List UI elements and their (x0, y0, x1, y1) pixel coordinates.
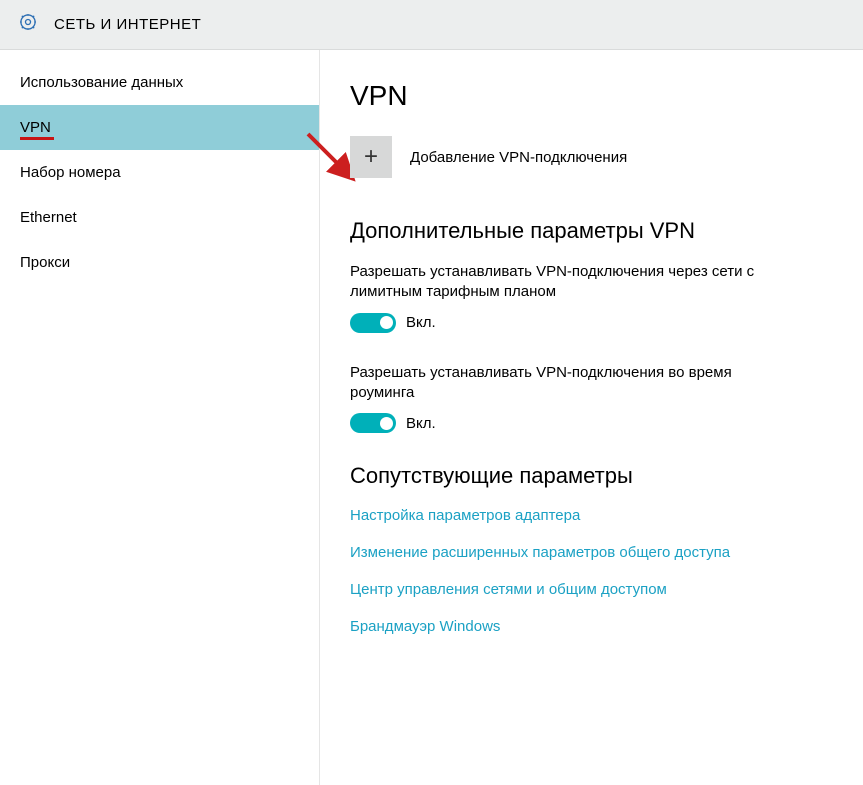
toggle-roaming-state: Вкл. (406, 415, 436, 432)
link-adapter-settings[interactable]: Настройка параметров адаптера (350, 507, 863, 524)
advanced-heading: Дополнительные параметры VPN (350, 218, 863, 244)
toggle-metered[interactable] (350, 313, 396, 333)
toggle-roaming[interactable] (350, 413, 396, 433)
related-heading: Сопутствующие параметры (350, 463, 863, 489)
sidebar-item-data-usage[interactable]: Использование данных (0, 60, 319, 105)
sidebar-item-label: Прокси (20, 254, 70, 271)
active-underline (20, 137, 54, 140)
link-firewall[interactable]: Брандмауэр Windows (350, 618, 863, 635)
content-area: Использование данных VPN Набор номера Et… (0, 50, 863, 785)
add-vpn-row[interactable]: + Добавление VPN-подключения (350, 136, 863, 178)
titlebar-label: СЕТЬ И ИНТЕРНЕТ (54, 16, 201, 33)
sidebar-item-label: VPN (20, 119, 51, 136)
plus-icon: + (364, 143, 378, 171)
sidebar-item-vpn[interactable]: VPN (0, 105, 319, 150)
sidebar-item-label: Ethernet (20, 209, 77, 226)
sidebar-item-proxy[interactable]: Прокси (0, 240, 319, 285)
main-panel: VPN + Добавление VPN-подключения Дополни… (320, 50, 863, 785)
setting-roaming-label: Разрешать устанавливать VPN-подключения … (350, 363, 770, 404)
toggle-row-metered: Вкл. (350, 313, 863, 333)
page-title: VPN (350, 80, 863, 112)
setting-metered-label: Разрешать устанавливать VPN-подключения … (350, 262, 770, 303)
gear-icon (18, 12, 38, 37)
related-section: Сопутствующие параметры Настройка параме… (350, 463, 863, 635)
sidebar-item-label: Набор номера (20, 164, 121, 181)
sidebar-item-ethernet[interactable]: Ethernet (0, 195, 319, 240)
add-vpn-button[interactable]: + (350, 136, 392, 178)
toggle-row-roaming: Вкл. (350, 413, 863, 433)
add-vpn-label: Добавление VPN-подключения (410, 149, 627, 166)
sidebar: Использование данных VPN Набор номера Et… (0, 50, 320, 785)
titlebar: СЕТЬ И ИНТЕРНЕТ (0, 0, 863, 50)
link-advanced-sharing[interactable]: Изменение расширенных параметров общего … (350, 544, 863, 561)
sidebar-item-dialup[interactable]: Набор номера (0, 150, 319, 195)
link-network-center[interactable]: Центр управления сетями и общим доступом (350, 581, 863, 598)
toggle-metered-state: Вкл. (406, 314, 436, 331)
sidebar-item-label: Использование данных (20, 74, 183, 91)
